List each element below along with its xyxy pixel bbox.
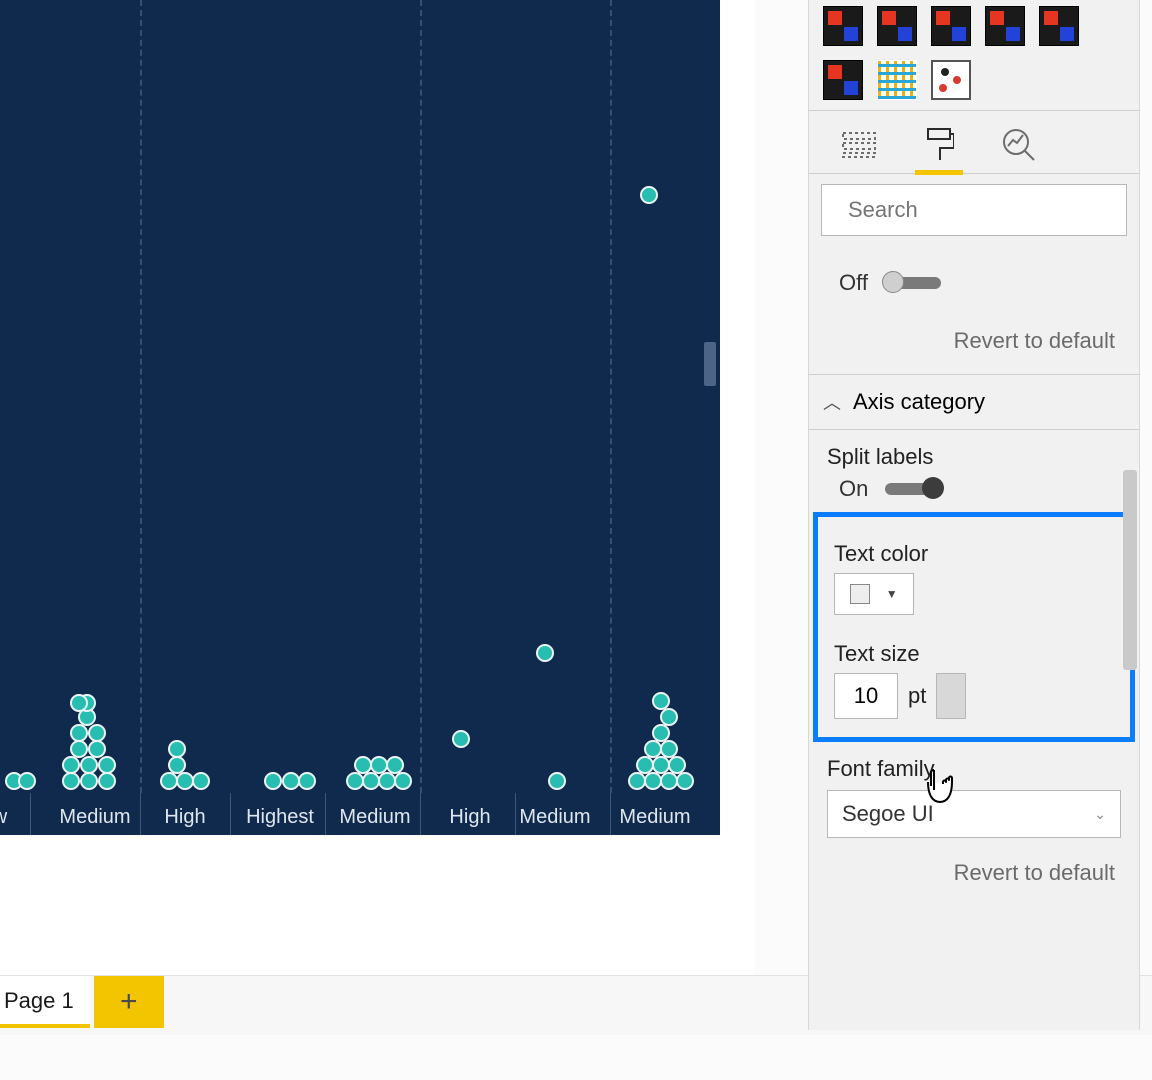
data-point[interactable]	[98, 756, 116, 774]
axis-category-label: Medium	[339, 806, 410, 829]
custom-visual-icon[interactable]	[931, 6, 971, 46]
dotplot-visual-icon[interactable]	[931, 60, 971, 100]
format-search[interactable]	[821, 184, 1127, 236]
chart-gridline	[140, 0, 142, 793]
split-labels-label: Split labels	[827, 444, 1139, 470]
text-size-unit: pt	[898, 683, 936, 709]
data-point[interactable]	[70, 724, 88, 742]
axis-category-label: Highest	[246, 806, 314, 829]
data-point[interactable]	[264, 772, 282, 790]
toggle-switch[interactable]	[885, 483, 941, 495]
chart-visual[interactable]: w Medium High Highest Medium High Medium Medium	[0, 0, 720, 835]
axis-separator	[30, 793, 31, 835]
visualization-type-grid	[809, 0, 1139, 110]
paint-roller-icon	[924, 127, 954, 163]
data-point[interactable]	[652, 724, 670, 742]
custom-visual-icon[interactable]	[985, 6, 1025, 46]
data-point[interactable]	[394, 772, 412, 790]
data-point[interactable]	[98, 772, 116, 790]
data-point[interactable]	[668, 756, 686, 774]
data-point[interactable]	[70, 694, 88, 712]
scrollbar-thumb[interactable]	[704, 342, 716, 386]
text-size-label: Text size	[834, 641, 1120, 667]
analytics-tab[interactable]	[999, 125, 1039, 165]
data-point[interactable]	[548, 772, 566, 790]
axis-separator	[515, 793, 516, 835]
toggle-switch[interactable]	[885, 277, 941, 289]
fields-tab[interactable]	[839, 125, 879, 165]
data-point[interactable]	[80, 756, 98, 774]
revert-to-default-link[interactable]: Revert to default	[809, 306, 1139, 374]
data-point[interactable]	[168, 740, 186, 758]
chart-vertical-scrollbar[interactable]	[700, 0, 720, 795]
section-title: Axis category	[853, 389, 985, 415]
axis-category-label: Medium	[619, 806, 690, 829]
data-point[interactable]	[192, 772, 210, 790]
chevron-up-icon: ︿	[823, 389, 841, 415]
data-point[interactable]	[80, 772, 98, 790]
custom-visual-icon[interactable]	[1039, 6, 1079, 46]
property-toggle-off[interactable]: Off	[839, 270, 1139, 296]
chart-gridline	[420, 0, 422, 793]
format-tab[interactable]	[919, 125, 959, 165]
data-point[interactable]	[18, 772, 36, 790]
toggle-state-label: On	[839, 476, 875, 502]
data-point[interactable]	[298, 772, 316, 790]
font-family-label: Font family	[827, 756, 1139, 782]
revert-to-default-link[interactable]: Revert to default	[809, 838, 1139, 906]
toggle-state-label: Off	[839, 270, 875, 296]
data-point[interactable]	[88, 740, 106, 758]
text-color-label: Text color	[834, 541, 1120, 567]
page-tab-active[interactable]: Page 1	[0, 976, 90, 1028]
axis-category-label: w	[0, 806, 7, 829]
pane-scrollbar-thumb[interactable]	[1123, 470, 1137, 670]
custom-visual-icon[interactable]	[823, 6, 863, 46]
data-point[interactable]	[70, 740, 88, 758]
axis-category-label: Medium	[519, 806, 590, 829]
axis-category-label: Medium	[59, 806, 130, 829]
axis-separator	[610, 793, 611, 835]
axis-separator	[230, 793, 231, 835]
plus-icon: +	[120, 987, 138, 1017]
data-point[interactable]	[168, 756, 186, 774]
font-family-select[interactable]: Segoe UI ⌄	[827, 790, 1121, 838]
data-point[interactable]	[536, 644, 554, 662]
data-point[interactable]	[660, 740, 678, 758]
split-labels-toggle[interactable]: On	[839, 476, 1139, 502]
analytics-icon	[1002, 128, 1036, 162]
axis-separator	[420, 793, 421, 835]
custom-visual-icon[interactable]	[877, 6, 917, 46]
text-color-picker[interactable]: ▼	[834, 573, 914, 615]
data-point[interactable]	[452, 730, 470, 748]
tutorial-highlight: Text color ▼ Text size pt	[813, 512, 1135, 742]
axis-category-label: High	[449, 806, 490, 829]
axis-separator	[140, 793, 141, 835]
data-point[interactable]	[640, 186, 658, 204]
font-family-value: Segoe UI	[842, 801, 934, 827]
data-point[interactable]	[88, 724, 106, 742]
data-point[interactable]	[660, 708, 678, 726]
data-point[interactable]	[652, 692, 670, 710]
chevron-down-icon: ▼	[886, 587, 898, 601]
data-point[interactable]	[62, 756, 80, 774]
text-size-stepper[interactable]	[936, 673, 966, 719]
data-point[interactable]	[386, 756, 404, 774]
add-page-button[interactable]: +	[94, 976, 164, 1028]
data-point[interactable]	[676, 772, 694, 790]
data-point[interactable]	[62, 772, 80, 790]
chart-gridline	[610, 0, 612, 793]
format-tabs	[809, 110, 1139, 174]
axis-category-section-header[interactable]: ︿ Axis category	[809, 374, 1139, 430]
chevron-down-icon: ⌄	[1094, 806, 1106, 823]
axis-separator	[325, 793, 326, 835]
text-size-input[interactable]	[834, 673, 898, 719]
report-canvas[interactable]: w Medium High Highest Medium High Medium Medium	[0, 0, 755, 975]
custom-visual-icon[interactable]	[823, 60, 863, 100]
fields-icon	[842, 131, 876, 159]
visualizations-pane: Off Revert to default ︿ Axis category Sp…	[808, 0, 1140, 1030]
axis-category-label: High	[164, 806, 205, 829]
matrix-visual-icon[interactable]	[877, 60, 917, 100]
color-swatch	[850, 584, 870, 604]
format-search-input[interactable]	[848, 197, 1136, 223]
